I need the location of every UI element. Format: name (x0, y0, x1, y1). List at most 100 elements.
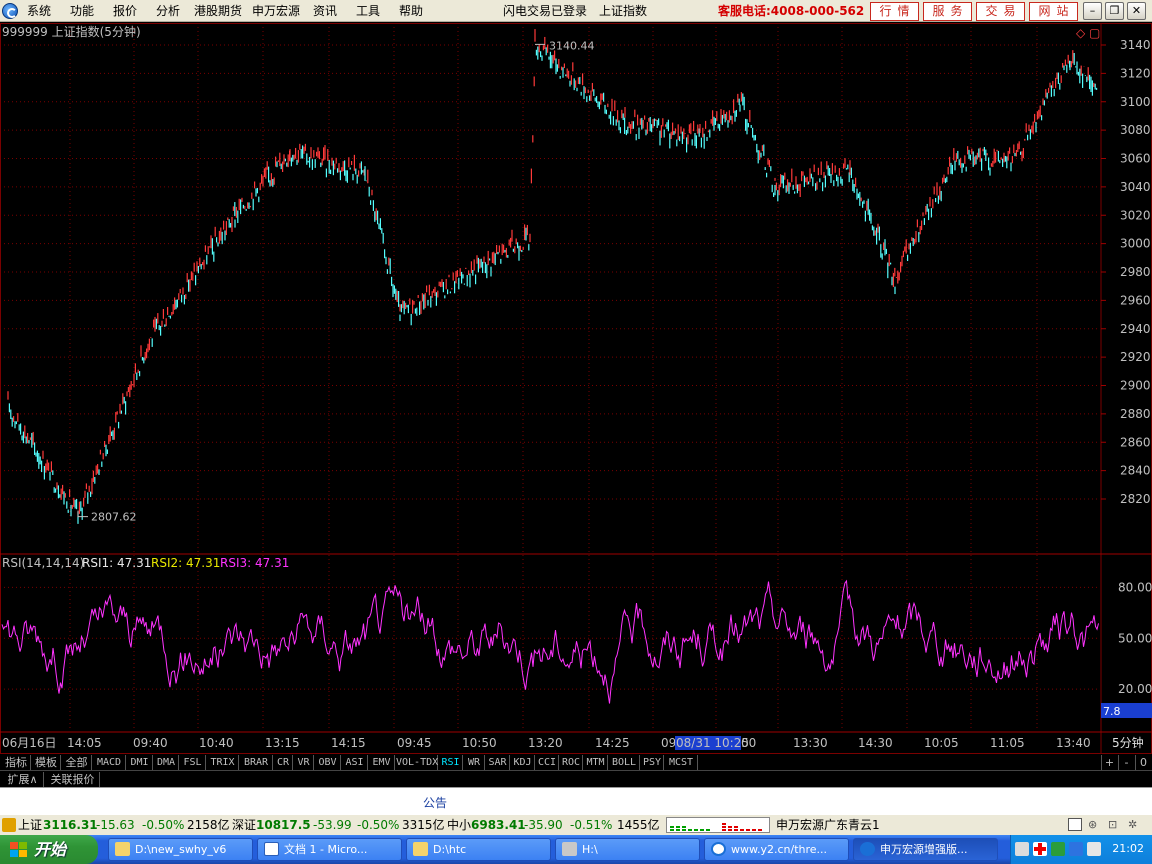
price-tick-label: 2820 (1120, 492, 1151, 506)
menu-news[interactable]: 资讯 (313, 3, 337, 19)
ie-icon (711, 842, 726, 856)
extension-bar: 扩展∧ 关联报价 (0, 770, 1152, 787)
price-tick-label: 3040 (1120, 180, 1151, 194)
minimize-icon[interactable]: – (1083, 2, 1102, 20)
indicator-tab-boll[interactable]: BOLL (609, 755, 640, 770)
window-icon[interactable] (1068, 818, 1082, 831)
indicator-tab-asi[interactable]: ASI (342, 755, 368, 770)
indicator-tab-obv[interactable]: OBV (315, 755, 341, 770)
current-index-label: 上证指数 (599, 4, 648, 18)
zx-change: -35.90 (524, 818, 563, 832)
related-quotes-tab[interactable]: 关联报价 (46, 772, 100, 787)
flag-icon[interactable] (1033, 842, 1047, 856)
folder-icon (413, 842, 428, 856)
indicator-tab-cr[interactable]: CR (274, 755, 293, 770)
indicator-tab-cci[interactable]: CCI (536, 755, 559, 770)
lock-icon[interactable]: ⊡ (1108, 817, 1122, 832)
status-icon (2, 818, 16, 832)
menu-hk-futures[interactable]: 港股期货 (194, 3, 242, 19)
menu-analysis[interactable]: 分析 (156, 3, 180, 19)
task-browser[interactable]: www.y2.cn/thre... (704, 838, 849, 861)
zx-value[interactable]: 6983.41 (471, 816, 526, 835)
indicator-tab-emv[interactable]: EMV (369, 755, 395, 770)
folder-icon (115, 842, 130, 856)
sh-value[interactable]: 3116.31 (43, 816, 98, 835)
service-button[interactable]: 服务 (923, 2, 972, 21)
task-swhy-app[interactable]: 申万宏源增强版... (853, 838, 998, 861)
indicator-tab-dma[interactable]: DMA (154, 755, 179, 770)
gear-icon[interactable]: ✲ (1128, 817, 1142, 832)
indicator-tab--[interactable]: 全部 (62, 755, 92, 770)
task-drive-h[interactable]: H:\ (555, 838, 700, 861)
indicator-tab-sar[interactable]: SAR (486, 755, 510, 770)
price-rsi-chart[interactable]: 3140 3120 3100 3080 3060 3040 3020 3000 2980 2960… (0, 23, 1152, 755)
task-word-doc[interactable]: 文档 1 - Micro... (257, 838, 402, 861)
indicator-tab-wr[interactable]: WR (464, 755, 485, 770)
indicator-tab-mtm[interactable]: MTM (584, 755, 608, 770)
indicator-tab-kdj[interactable]: KDJ (511, 755, 535, 770)
security-icon[interactable] (1051, 842, 1065, 856)
quotes-button[interactable]: 行情 (870, 2, 919, 21)
indicator-tab-fsl[interactable]: FSL (180, 755, 206, 770)
restore-icon[interactable]: ❐ (1105, 2, 1124, 20)
sh-name: 上证 (18, 818, 43, 832)
signal-icon[interactable]: ⊛ (1088, 817, 1102, 832)
price-tick-label: 2960 (1120, 293, 1151, 307)
sz-value[interactable]: 10817.5 (256, 816, 311, 835)
app-window: 系统 功能 报价 分析 港股期货 申万宏源 资讯 工具 帮助 闪电交易已登录 上… (0, 0, 1152, 864)
trade-button[interactable]: 交易 (976, 2, 1025, 21)
time-tick-label: 13:20 (528, 736, 563, 750)
indicator-tab-mcst[interactable]: MCST (665, 755, 698, 770)
menu-help[interactable]: 帮助 (399, 3, 423, 19)
website-button[interactable]: 网站 (1029, 2, 1078, 21)
time-tick-label: 00 (741, 736, 756, 750)
rsi-tick-label: 50.00 (1118, 631, 1152, 645)
start-label: 开始 (34, 840, 67, 859)
network-icon[interactable] (1069, 842, 1083, 856)
chart-panel[interactable]: 3140 3120 3100 3080 3060 3040 3020 3000 2980 2960… (0, 23, 1152, 755)
indicator-tab-psy[interactable]: PSY (641, 755, 664, 770)
time-tick-label: 10:05 (924, 736, 959, 750)
menu-quotes[interactable]: 报价 (113, 3, 137, 19)
menu-swhy[interactable]: 申万宏源 (252, 3, 300, 19)
price-tick-label: 2980 (1120, 265, 1151, 279)
price-tick-label: 2860 (1120, 435, 1151, 449)
menu-bar: 系统 功能 报价 分析 港股期货 申万宏源 资讯 工具 帮助 闪电交易已登录 上… (0, 0, 1152, 22)
start-button[interactable]: 开始 (0, 835, 98, 864)
menu-function[interactable]: 功能 (70, 3, 94, 19)
indicator-tab-trix[interactable]: TRIX (207, 755, 239, 770)
notice-text[interactable]: 公告 (0, 794, 870, 811)
indicator-tab-macd[interactable]: MACD (93, 755, 126, 770)
menu-tools[interactable]: 工具 (356, 3, 380, 19)
expand-tab[interactable]: 扩展∧ (2, 772, 44, 787)
rsi2-value: RSI2: 47.31 (151, 556, 221, 570)
minus-button[interactable]: - (1118, 755, 1134, 770)
clock: 21:02 (1112, 842, 1144, 855)
price-tick-label: 2940 (1120, 322, 1151, 336)
system-tray: 21:02 (1010, 835, 1152, 864)
keyboard-icon[interactable] (1015, 842, 1029, 856)
indicator-tab-rsi[interactable]: RSI (439, 755, 463, 770)
price-tick-label: 3100 (1120, 95, 1151, 109)
time-tick-label: 13:30 (793, 736, 828, 750)
index-status-bar: 上证 3116.31 -15.63 -0.50% 2158亿 深证 10817.… (0, 814, 1152, 835)
indicator-tab-dmi[interactable]: DMI (127, 755, 153, 770)
close-icon[interactable]: ✕ (1127, 2, 1146, 20)
indicator-tab--[interactable]: 指标 (2, 755, 31, 770)
volume-icon[interactable] (1087, 842, 1101, 856)
menu-system[interactable]: 系统 (27, 3, 51, 19)
time-tick-label: 09:40 (133, 736, 168, 750)
high-marker-label: 3140.44 (549, 39, 595, 52)
indicator-tab--[interactable]: 模板 (32, 755, 61, 770)
task-folder-htc[interactable]: D:\htc (406, 838, 551, 861)
zero-button[interactable]: 0 (1135, 755, 1151, 770)
time-tick-label: 09 (661, 736, 676, 750)
indicator-tab-brar[interactable]: BRAR (240, 755, 273, 770)
plus-button[interactable]: + (1101, 755, 1117, 770)
rsi3-value: RSI3: 47.31 (220, 556, 290, 570)
indicator-tab-roc[interactable]: ROC (560, 755, 583, 770)
time-tick-label: 13:15 (265, 736, 300, 750)
indicator-tab-vr[interactable]: VR (294, 755, 314, 770)
task-folder-new-swhy[interactable]: D:\new_swhy_v6 (108, 838, 253, 861)
indicator-tab-vol-tdx[interactable]: VOL-TDX (396, 755, 438, 770)
